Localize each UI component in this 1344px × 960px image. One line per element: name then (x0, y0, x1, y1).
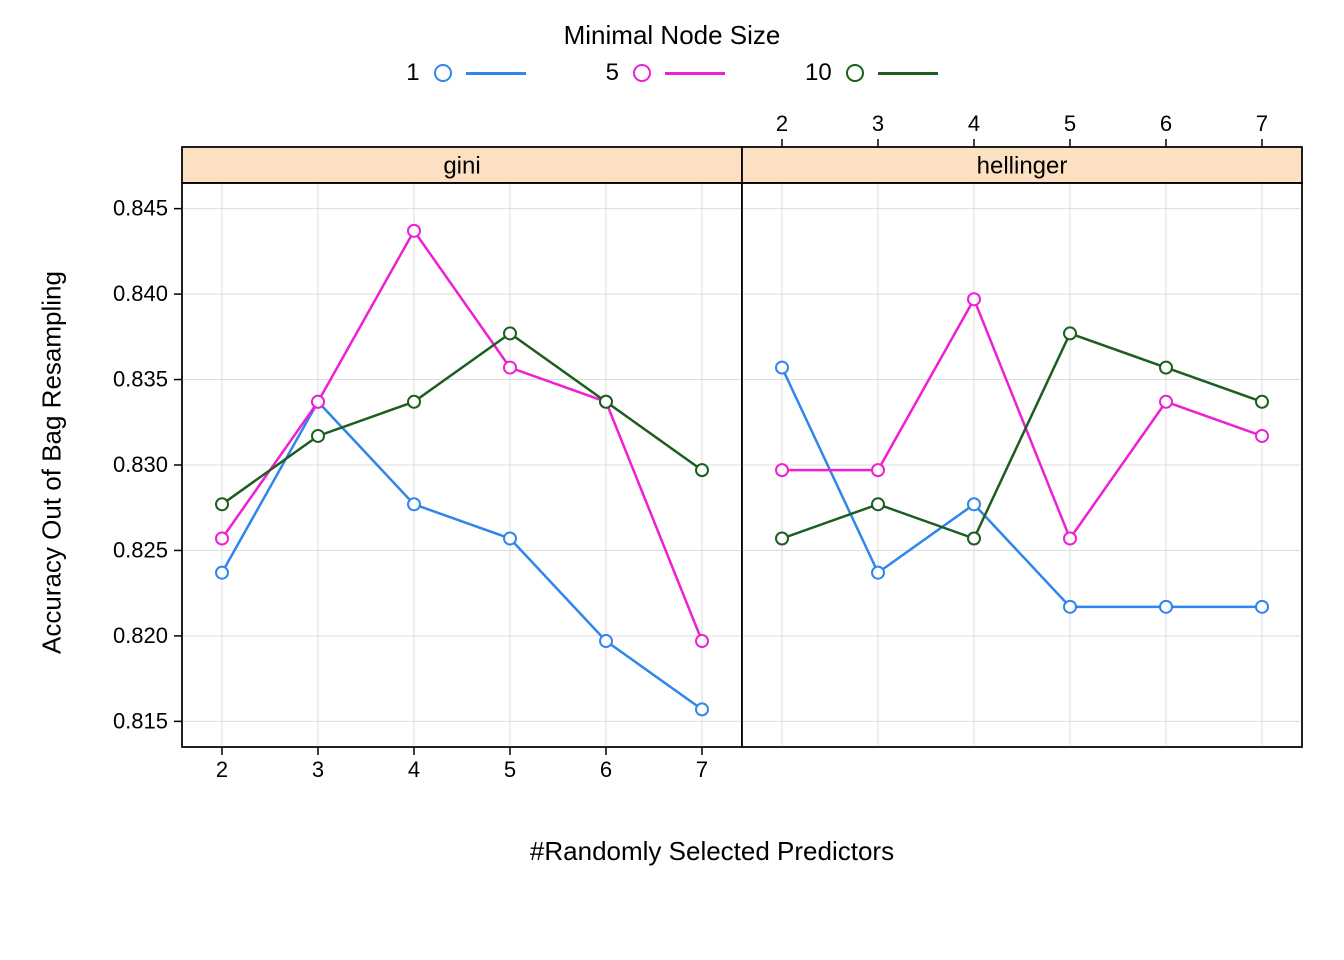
svg-text:3: 3 (312, 757, 324, 782)
svg-text:gini: gini (443, 152, 480, 179)
legend-line-icon (878, 72, 938, 75)
chart-container: Minimal Node Size 1510 Accuracy Out of B… (32, 20, 1312, 940)
svg-text:7: 7 (696, 757, 708, 782)
legend-item: 5 (606, 59, 725, 87)
legend-line-icon (466, 72, 526, 75)
svg-text:6: 6 (600, 757, 612, 782)
svg-text:0.840: 0.840 (113, 281, 168, 306)
legend-item: 1 (406, 59, 525, 87)
svg-text:4: 4 (968, 111, 980, 136)
svg-text:0.845: 0.845 (113, 196, 168, 221)
svg-text:5: 5 (1064, 111, 1076, 136)
svg-text:0.830: 0.830 (113, 452, 168, 477)
legend-item: 10 (805, 59, 938, 87)
svg-text:2: 2 (216, 757, 228, 782)
plot-area: Accuracy Out of Bag Resampling #Randomly… (112, 97, 1312, 797)
svg-text:2: 2 (776, 111, 788, 136)
svg-text:5: 5 (504, 757, 516, 782)
svg-text:hellinger: hellinger (977, 152, 1068, 179)
plot-svg: 0.815 0.820 0.825 0.830 0.835 0.840 0.845 gini 2… (112, 97, 1312, 797)
svg-text:0.815: 0.815 (113, 708, 168, 733)
legend-label: 1 (406, 59, 419, 87)
svg-text:3: 3 (872, 111, 884, 136)
legend: 1510 (32, 59, 1312, 87)
legend-line-icon (665, 72, 725, 75)
svg-text:4: 4 (408, 757, 420, 782)
svg-text:0.835: 0.835 (113, 367, 168, 392)
legend-marker-icon (434, 64, 452, 82)
x-axis-label: #Randomly Selected Predictors (530, 836, 894, 867)
svg-text:6: 6 (1160, 111, 1172, 136)
legend-label: 5 (606, 59, 619, 87)
legend-title: Minimal Node Size (32, 20, 1312, 51)
legend-marker-icon (633, 64, 651, 82)
svg-text:0.825: 0.825 (113, 537, 168, 562)
legend-marker-icon (846, 64, 864, 82)
legend-label: 10 (805, 59, 832, 87)
y-axis-label: Accuracy Out of Bag Resampling (37, 271, 68, 654)
svg-text:0.820: 0.820 (113, 623, 168, 648)
svg-text:7: 7 (1256, 111, 1268, 136)
